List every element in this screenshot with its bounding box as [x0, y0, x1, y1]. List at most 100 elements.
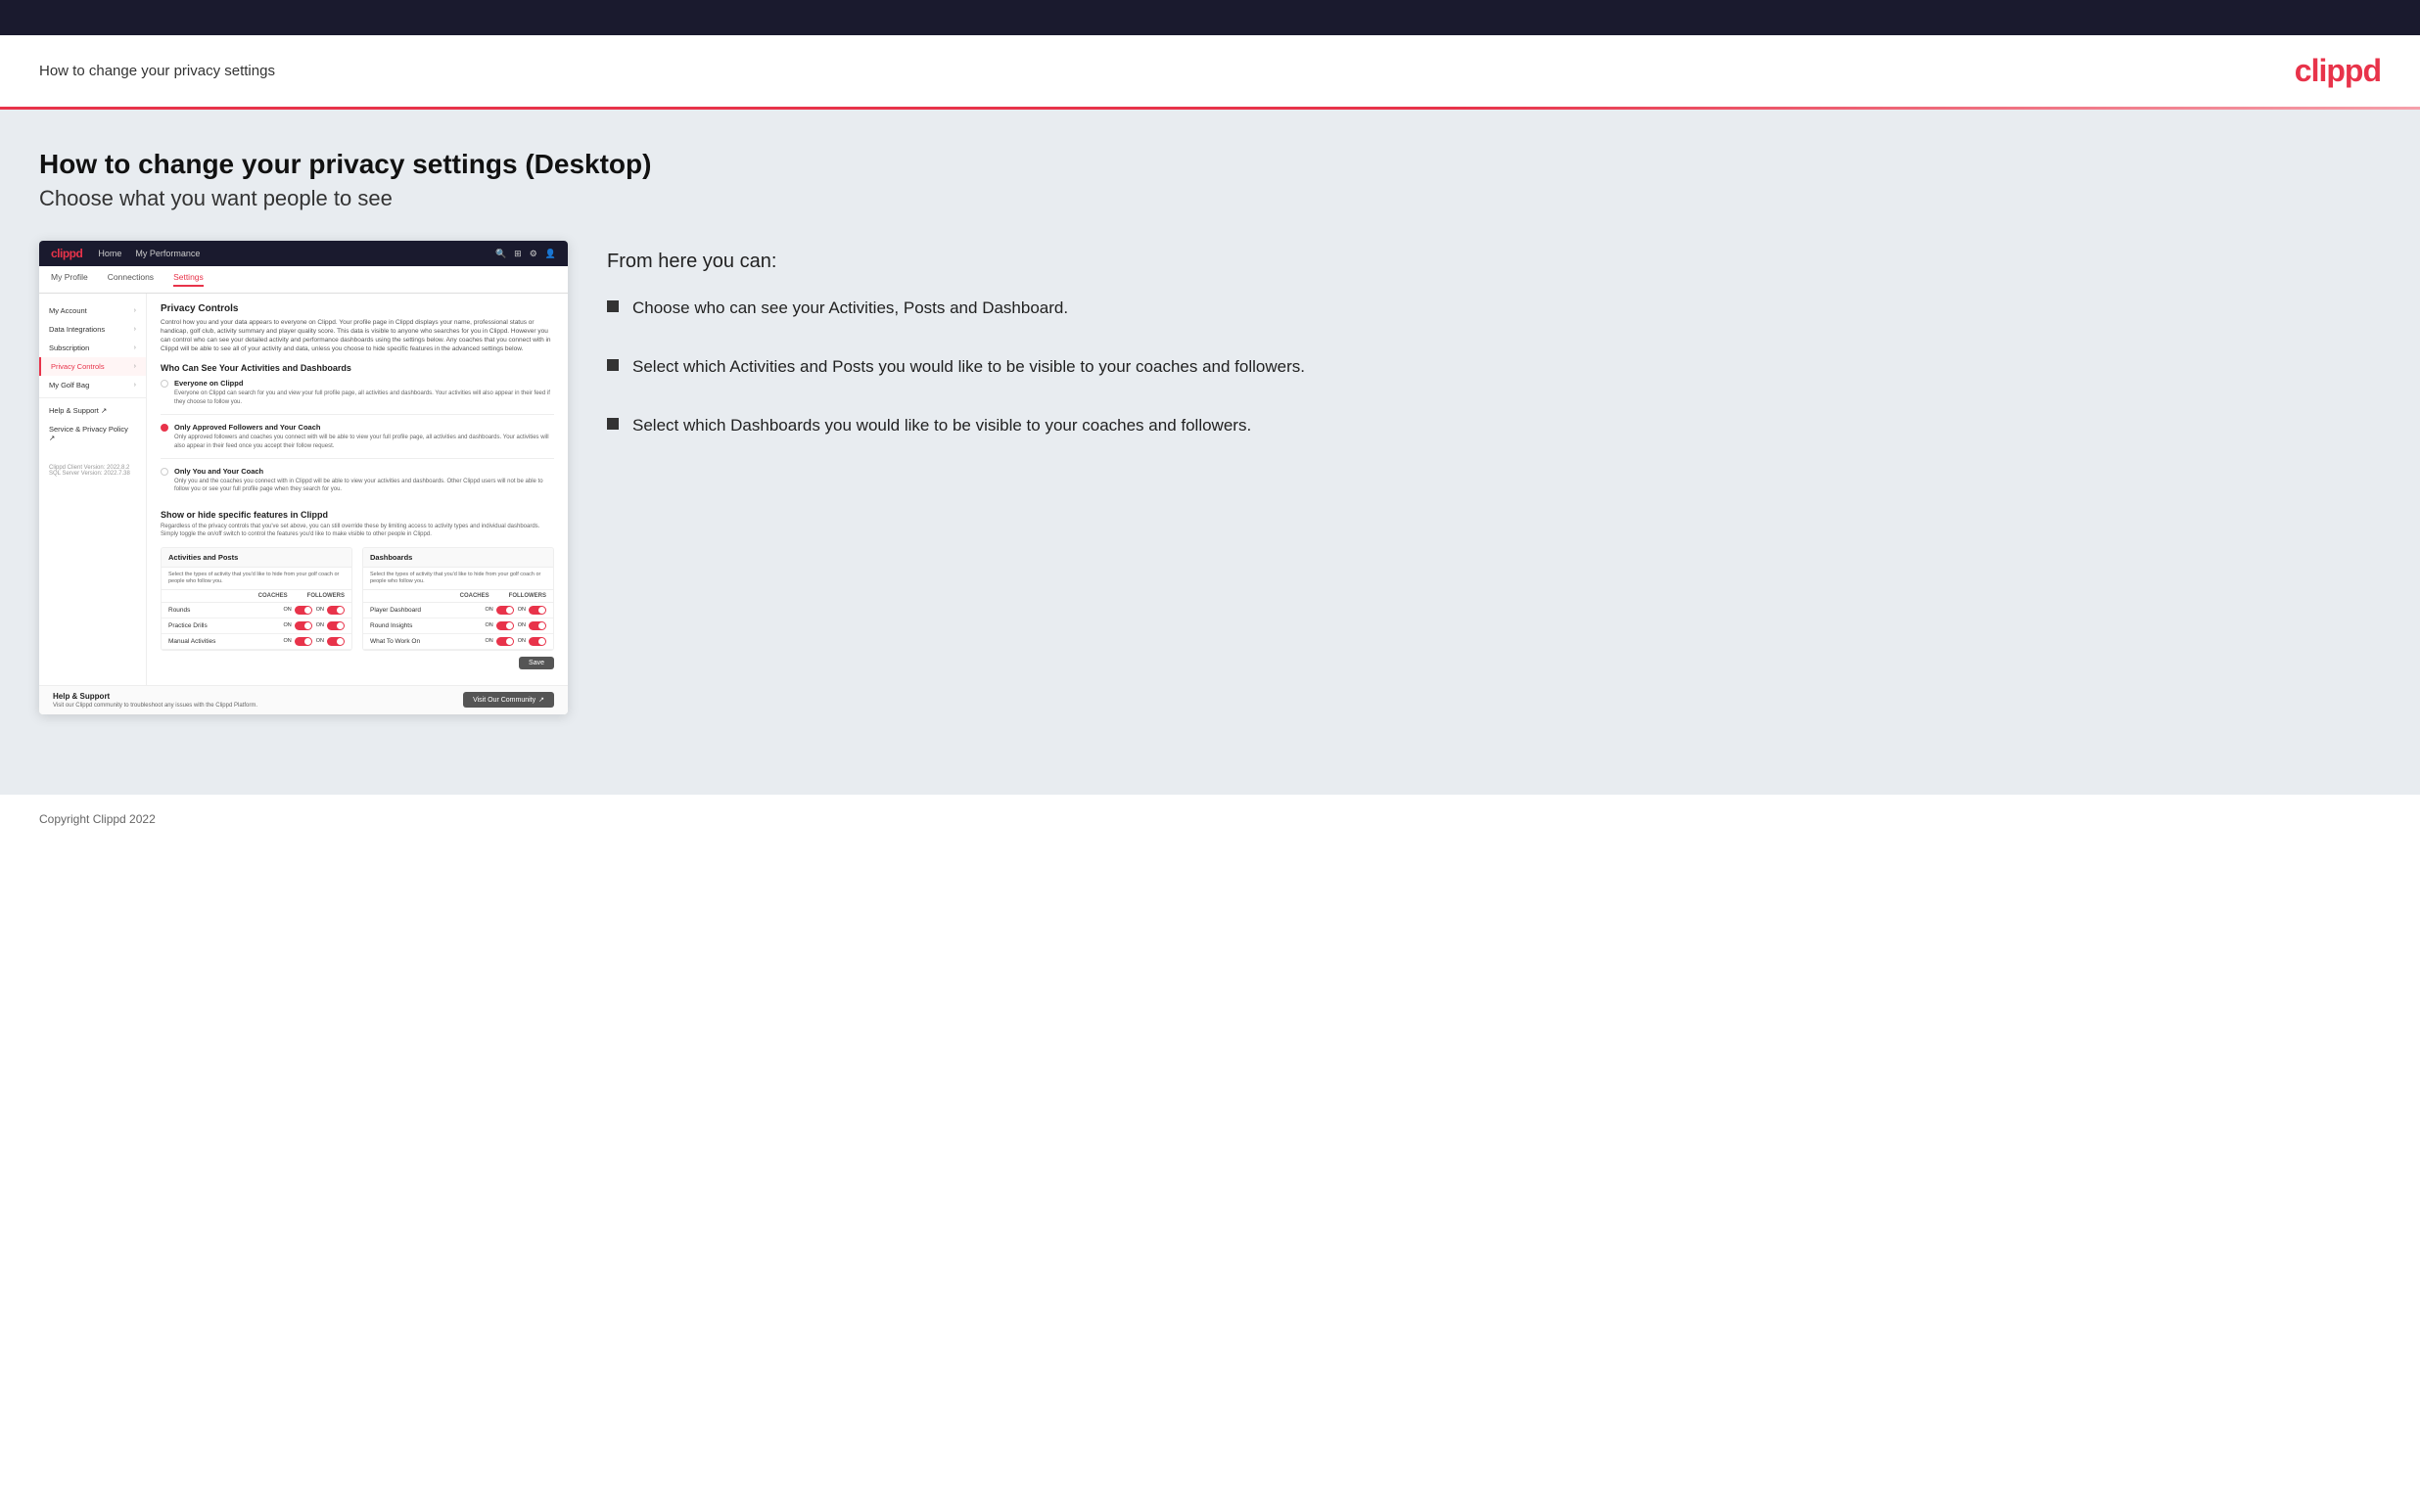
bullet-text-1: Choose who can see your Activities, Post…: [632, 297, 1068, 320]
sub-nav-settings[interactable]: Settings: [173, 272, 204, 287]
sidebar-item-help-support[interactable]: Help & Support ↗: [39, 401, 146, 420]
app-nav-link-performance[interactable]: My Performance: [135, 249, 200, 258]
app-nav-logo: clippd: [51, 247, 82, 260]
toggle-practice-followers-switch[interactable]: [327, 621, 345, 630]
feature-label-manual: Manual Activities: [168, 638, 284, 645]
help-row: Help & Support Visit our Clippd communit…: [39, 685, 568, 714]
radio-option-everyone: Everyone on Clippd Everyone on Clippd ca…: [161, 379, 554, 415]
sub-nav-my-profile[interactable]: My Profile: [51, 272, 88, 287]
grid-icon[interactable]: ⊞: [514, 249, 522, 259]
toggle-ri-coaches-switch[interactable]: [496, 621, 514, 630]
bullet-item-1: Choose who can see your Activities, Post…: [607, 297, 2381, 320]
main-content: How to change your privacy settings (Des…: [0, 110, 2420, 795]
user-icon[interactable]: 👤: [545, 249, 556, 259]
dashboards-coaches-col-label: COACHES: [460, 593, 489, 599]
help-text-block: Help & Support Visit our Clippd communit…: [53, 692, 257, 709]
dashboards-table: Dashboards Select the types of activity …: [362, 547, 554, 651]
show-hide-section: Show or hide specific features in Clippd…: [161, 510, 554, 651]
dashboards-followers-col-label: FOLLOWERS: [509, 593, 546, 599]
content-row: clippd Home My Performance 🔍 ⊞ ⚙ 👤 My Pr…: [39, 241, 2381, 714]
toggle-group-what-to-work: ON ON: [486, 637, 547, 646]
radio-dot-only-you[interactable]: [161, 468, 168, 476]
toggle-practice-coaches: ON: [284, 621, 312, 630]
from-here-text: From here you can:: [607, 251, 2381, 273]
feature-row-round-insights: Round Insights ON ON: [363, 619, 553, 634]
app-nav-link-home[interactable]: Home: [98, 249, 121, 258]
radio-dot-followers-coach[interactable]: [161, 424, 168, 432]
feature-label-round-insights: Round Insights: [370, 622, 486, 629]
toggle-manual-followers-switch[interactable]: [327, 637, 345, 646]
toggle-manual-followers: ON: [316, 637, 345, 646]
toggle-rounds-coaches: ON: [284, 606, 312, 615]
header: How to change your privacy settings clip…: [0, 35, 2420, 107]
sidebar-item-subscription[interactable]: Subscription ›: [39, 339, 146, 357]
activities-table-header: Activities and Posts: [162, 548, 351, 568]
toggle-group-practice: ON ON: [284, 621, 346, 630]
radio-label-only-you: Only You and Your Coach: [174, 467, 554, 476]
sidebar-item-privacy-controls[interactable]: Privacy Controls ›: [39, 357, 146, 376]
sidebar-item-my-golf-bag[interactable]: My Golf Bag ›: [39, 376, 146, 394]
search-icon[interactable]: 🔍: [495, 249, 506, 259]
settings-icon[interactable]: ⚙: [530, 249, 537, 259]
chevron-right-icon: ›: [134, 307, 136, 314]
header-title: How to change your privacy settings: [39, 63, 275, 79]
privacy-desc: Control how you and your data appears to…: [161, 318, 554, 353]
bullet-item-3: Select which Dashboards you would like t…: [607, 414, 2381, 437]
toggle-rounds-coaches-switch[interactable]: [295, 606, 312, 615]
sidebar-label-help-support: Help & Support ↗: [49, 406, 107, 415]
feature-label-practice-drills: Practice Drills: [168, 622, 284, 629]
visit-community-button[interactable]: Visit Our Community ↗: [463, 692, 554, 708]
toggle-group-round-insights: ON ON: [486, 621, 547, 630]
radio-text-everyone: Everyone on Clippd can search for you an…: [174, 389, 554, 406]
sidebar-item-service-privacy[interactable]: Service & Privacy Policy ↗: [39, 420, 146, 447]
footer: Copyright Clippd 2022: [0, 795, 2420, 844]
sidebar-label-my-account: My Account: [49, 306, 87, 315]
sidebar-item-my-account[interactable]: My Account ›: [39, 301, 146, 320]
toggle-ri-coaches: ON: [486, 621, 514, 630]
toggle-practice-coaches-switch[interactable]: [295, 621, 312, 630]
sidebar-divider: [39, 397, 146, 398]
toggle-group-manual: ON ON: [284, 637, 346, 646]
dashboards-table-header: Dashboards: [363, 548, 553, 568]
radio-text-only-you: Only you and the coaches you connect wit…: [174, 478, 554, 494]
bullet-square-1: [607, 300, 619, 312]
privacy-title: Privacy Controls: [161, 303, 554, 314]
toggle-ww-coaches: ON: [486, 637, 514, 646]
toggle-rounds-followers: ON: [316, 606, 345, 615]
toggle-manual-coaches-switch[interactable]: [295, 637, 312, 646]
toggle-pd-followers-switch[interactable]: [529, 606, 546, 615]
toggle-pd-coaches-switch[interactable]: [496, 606, 514, 615]
feature-row-what-to-work: What To Work On ON ON: [363, 634, 553, 650]
show-hide-title: Show or hide specific features in Clippd: [161, 510, 554, 520]
toggle-ww-coaches-switch[interactable]: [496, 637, 514, 646]
app-body: My Account › Data Integrations › Subscri…: [39, 294, 568, 685]
toggle-manual-coaches: ON: [284, 637, 312, 646]
toggle-ww-followers-switch[interactable]: [529, 637, 546, 646]
save-button[interactable]: Save: [519, 657, 554, 669]
sidebar-item-data-integrations[interactable]: Data Integrations ›: [39, 320, 146, 339]
sidebar-label-my-golf-bag: My Golf Bag: [49, 381, 89, 389]
sidebar-version: Clippd Client Version: 2022.8.2SQL Serve…: [39, 457, 146, 484]
radio-content-everyone: Everyone on Clippd Everyone on Clippd ca…: [174, 379, 554, 406]
copyright-text: Copyright Clippd 2022: [39, 812, 156, 826]
feature-row-player-dashboard: Player Dashboard ON ON: [363, 603, 553, 619]
radio-content-followers-coach: Only Approved Followers and Your Coach O…: [174, 423, 554, 450]
chevron-right-icon: ›: [134, 344, 136, 351]
app-nav-links: Home My Performance: [98, 249, 200, 258]
app-sidebar: My Account › Data Integrations › Subscri…: [39, 294, 147, 685]
toggle-ri-followers: ON: [518, 621, 546, 630]
radio-dot-everyone[interactable]: [161, 380, 168, 388]
sub-nav-connections[interactable]: Connections: [108, 272, 154, 287]
help-desc: Visit our Clippd community to troublesho…: [53, 703, 257, 709]
app-nav-icons: 🔍 ⊞ ⚙ 👤: [495, 249, 556, 259]
toggle-rounds-followers-switch[interactable]: [327, 606, 345, 615]
feature-label-player-dashboard: Player Dashboard: [370, 607, 486, 614]
page-subheading: Choose what you want people to see: [39, 186, 2381, 211]
radio-label-followers-coach: Only Approved Followers and Your Coach: [174, 423, 554, 432]
toggle-ri-followers-switch[interactable]: [529, 621, 546, 630]
radio-option-only-you: Only You and Your Coach Only you and the…: [161, 467, 554, 502]
bullet-square-2: [607, 359, 619, 371]
chevron-right-icon: ›: [134, 382, 136, 389]
show-hide-desc: Regardless of the privacy controls that …: [161, 523, 554, 539]
radio-content-only-you: Only You and Your Coach Only you and the…: [174, 467, 554, 494]
